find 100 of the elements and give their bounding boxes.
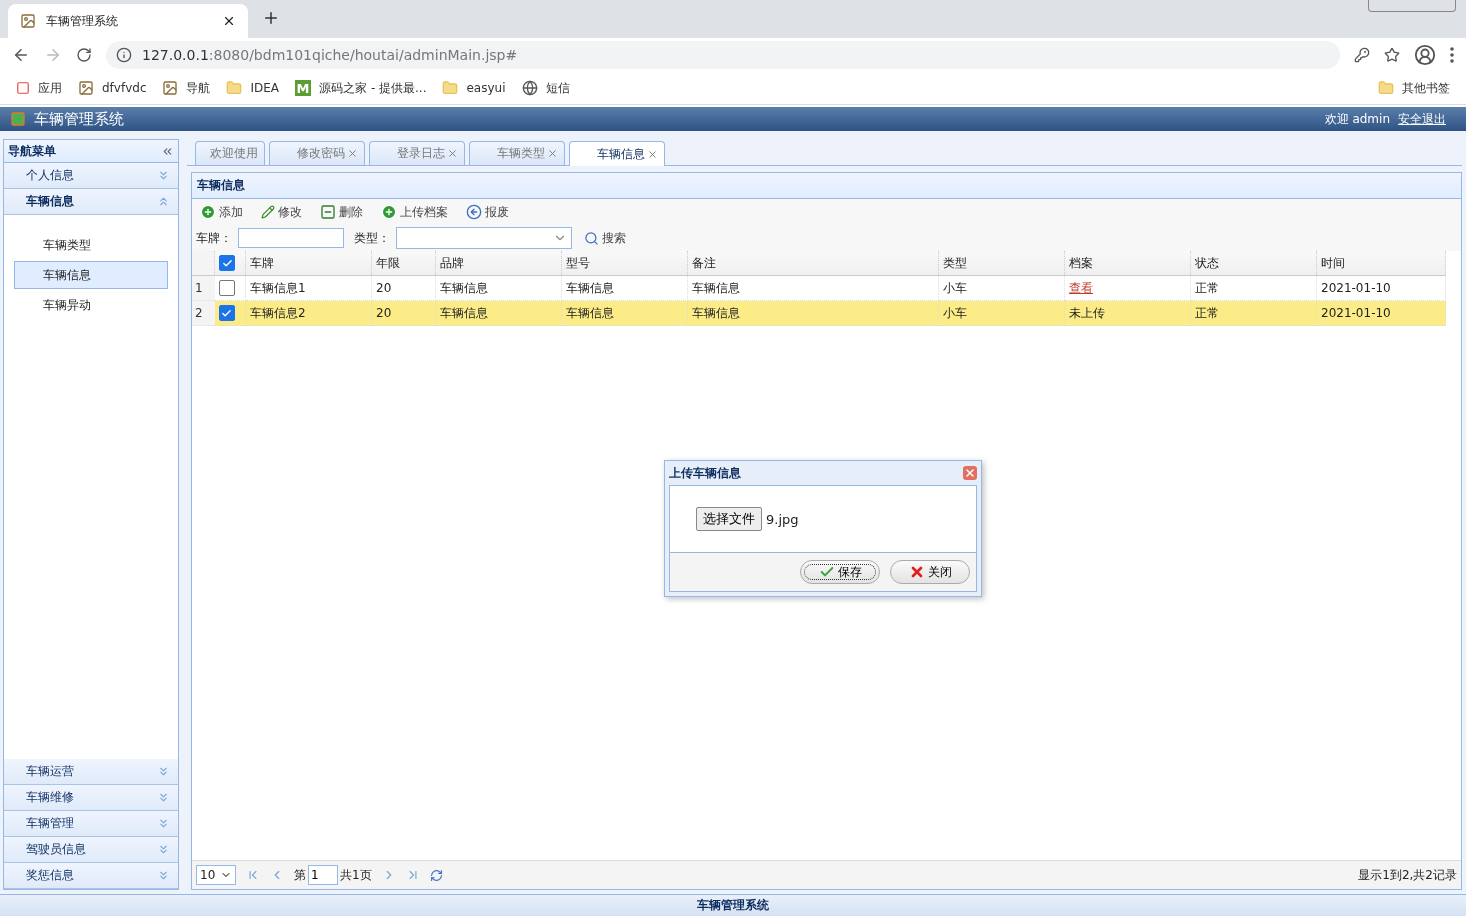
dialog-button[interactable]: 保存 [800, 560, 880, 584]
info-icon [116, 47, 132, 63]
expand-down-icon [157, 843, 170, 856]
bookmark[interactable]: 其他书签 [1402, 79, 1450, 97]
record-summary: 显示1到2,共2记录 [1358, 866, 1457, 884]
column-header[interactable]: 车牌 [245, 251, 372, 276]
close-icon [447, 148, 458, 159]
profile-icon [1414, 44, 1436, 66]
accordion-header[interactable]: 车辆运营 [4, 759, 178, 785]
star-icon [1384, 47, 1400, 63]
column-header[interactable]: 备注 [687, 251, 939, 276]
check-icon [221, 257, 233, 269]
close-icon [647, 148, 658, 160]
toolbar-button[interactable]: 上传档案 [379, 201, 450, 223]
reload-icon [76, 47, 92, 63]
table-cell: 车辆信息 [687, 275, 939, 301]
expand-down-icon [157, 869, 170, 882]
refresh-icon [429, 868, 443, 882]
column-header[interactable]: 年限 [371, 251, 436, 276]
table-row[interactable]: 2 车辆信息2 20 车辆信息 车辆信息 车辆信息 小车 未上传 正常 2021-01-10 [192, 300, 1446, 326]
accordion-header[interactable]: 车辆管理 [4, 811, 178, 837]
column-header[interactable]: 型号 [561, 251, 688, 276]
menu-icon[interactable] [1450, 47, 1454, 63]
window-controls[interactable] [1368, 0, 1456, 12]
bookmark[interactable]: easyui [466, 81, 506, 95]
nav-item[interactable]: 车辆信息 [14, 261, 168, 289]
welcome-text: 欢迎 admin [1324, 110, 1390, 128]
folder-icon [442, 80, 459, 96]
table-cell: 车辆信息 [561, 300, 688, 326]
search-button[interactable]: 搜索 [582, 227, 628, 249]
checkbox[interactable] [218, 280, 235, 296]
search-icon [584, 230, 599, 246]
accordion-header[interactable]: 驾驶员信息 [4, 837, 178, 863]
column-header[interactable]: 档案 [1064, 251, 1191, 276]
table-cell: 车辆信息2 [245, 300, 372, 326]
tab[interactable]: 车辆类型 [469, 141, 565, 165]
bookmark[interactable]: 短信 [545, 79, 570, 97]
table-cell: 车辆信息1 [245, 275, 372, 301]
close-icon [547, 148, 558, 159]
field-label: 类型： [354, 229, 390, 247]
page-size-select[interactable]: 10 [196, 865, 236, 885]
expand-down-icon [157, 169, 170, 182]
pencil-icon [261, 205, 275, 219]
toolbar-button[interactable]: 添加 [198, 201, 245, 223]
view-link[interactable]: 查看 [1069, 280, 1093, 295]
choose-file-button[interactable]: 选择文件 [696, 507, 762, 531]
address-bar[interactable]: 127.0.0.1:8080/bdm101qiche/houtai/adminMain.jsp# [106, 41, 1340, 69]
check-icon [221, 307, 232, 319]
forward-icon [44, 46, 62, 64]
checkbox[interactable] [218, 305, 235, 321]
table-cell: 2021-01-10 [1316, 275, 1446, 301]
column-header[interactable]: 时间 [1316, 251, 1446, 276]
bookmark[interactable]: dfvfvdc [102, 81, 147, 95]
accordion-header[interactable]: 个人信息 [4, 163, 178, 189]
back-icon [12, 46, 30, 64]
column-header[interactable]: 状态 [1190, 251, 1317, 276]
table-cell: 车辆信息 [435, 300, 562, 326]
accordion-header[interactable]: 奖惩信息 [4, 863, 178, 889]
browser-tab[interactable]: 车辆管理系统 [8, 4, 248, 38]
panel-title: 车辆信息 [197, 177, 245, 194]
close-button[interactable] [963, 466, 977, 480]
tab[interactable]: 修改密码 [269, 141, 365, 165]
minus-rectangle-icon [320, 204, 336, 220]
app-title: 车辆管理系统 [34, 109, 124, 129]
table-cell: 2021-01-10 [1316, 300, 1446, 326]
nav-item[interactable]: 车辆异动 [14, 291, 168, 319]
expand-down-icon [157, 765, 170, 778]
nav-item[interactable]: 车辆类型 [14, 231, 168, 259]
table-cell: 未上传 [1064, 300, 1191, 326]
logout-link[interactable]: 安全退出 [1398, 110, 1446, 128]
page-label: 第 [294, 866, 306, 884]
tab[interactable]: 欢迎使用 [195, 141, 265, 165]
toolbar-button[interactable]: 修改 [259, 201, 304, 223]
bookmark[interactable]: 导航 [186, 79, 211, 97]
expand-up-icon [157, 195, 170, 208]
table-row[interactable]: 1 车辆信息1 20 车辆信息 车辆信息 车辆信息 小车 查看 正常 2021-01-10 [192, 275, 1446, 301]
plate-field[interactable] [238, 228, 344, 248]
dialog-button[interactable]: 关闭 [890, 560, 970, 584]
toolbar-button[interactable]: 删除 [318, 201, 365, 223]
bookmark[interactable]: 应用 [38, 79, 62, 97]
plus-circle-icon [200, 204, 216, 220]
image-icon [162, 80, 179, 96]
bookmark[interactable]: 源码之家 - 提供最... [319, 79, 427, 97]
accordion-header[interactable]: 车辆信息 [4, 189, 178, 215]
page-field[interactable]: 1 [308, 865, 338, 885]
checkbox[interactable] [219, 255, 235, 271]
key-icon [1354, 47, 1370, 63]
tab[interactable]: 车辆信息 [569, 141, 665, 166]
row-number: 2 [192, 300, 215, 326]
bookmark[interactable]: IDEA [250, 81, 280, 95]
toolbar-button[interactable]: 报废 [464, 201, 511, 223]
expand-down-icon [157, 791, 170, 804]
page-count: 共1页 [340, 866, 372, 884]
column-header[interactable]: 品牌 [435, 251, 562, 276]
tab[interactable]: 登录日志 [369, 141, 465, 165]
row-number: 1 [192, 275, 215, 301]
accordion-header[interactable]: 车辆维修 [4, 785, 178, 811]
first-page-icon [246, 868, 260, 882]
column-header[interactable]: 类型 [938, 251, 1065, 276]
table-cell: 车辆信息 [687, 300, 939, 326]
